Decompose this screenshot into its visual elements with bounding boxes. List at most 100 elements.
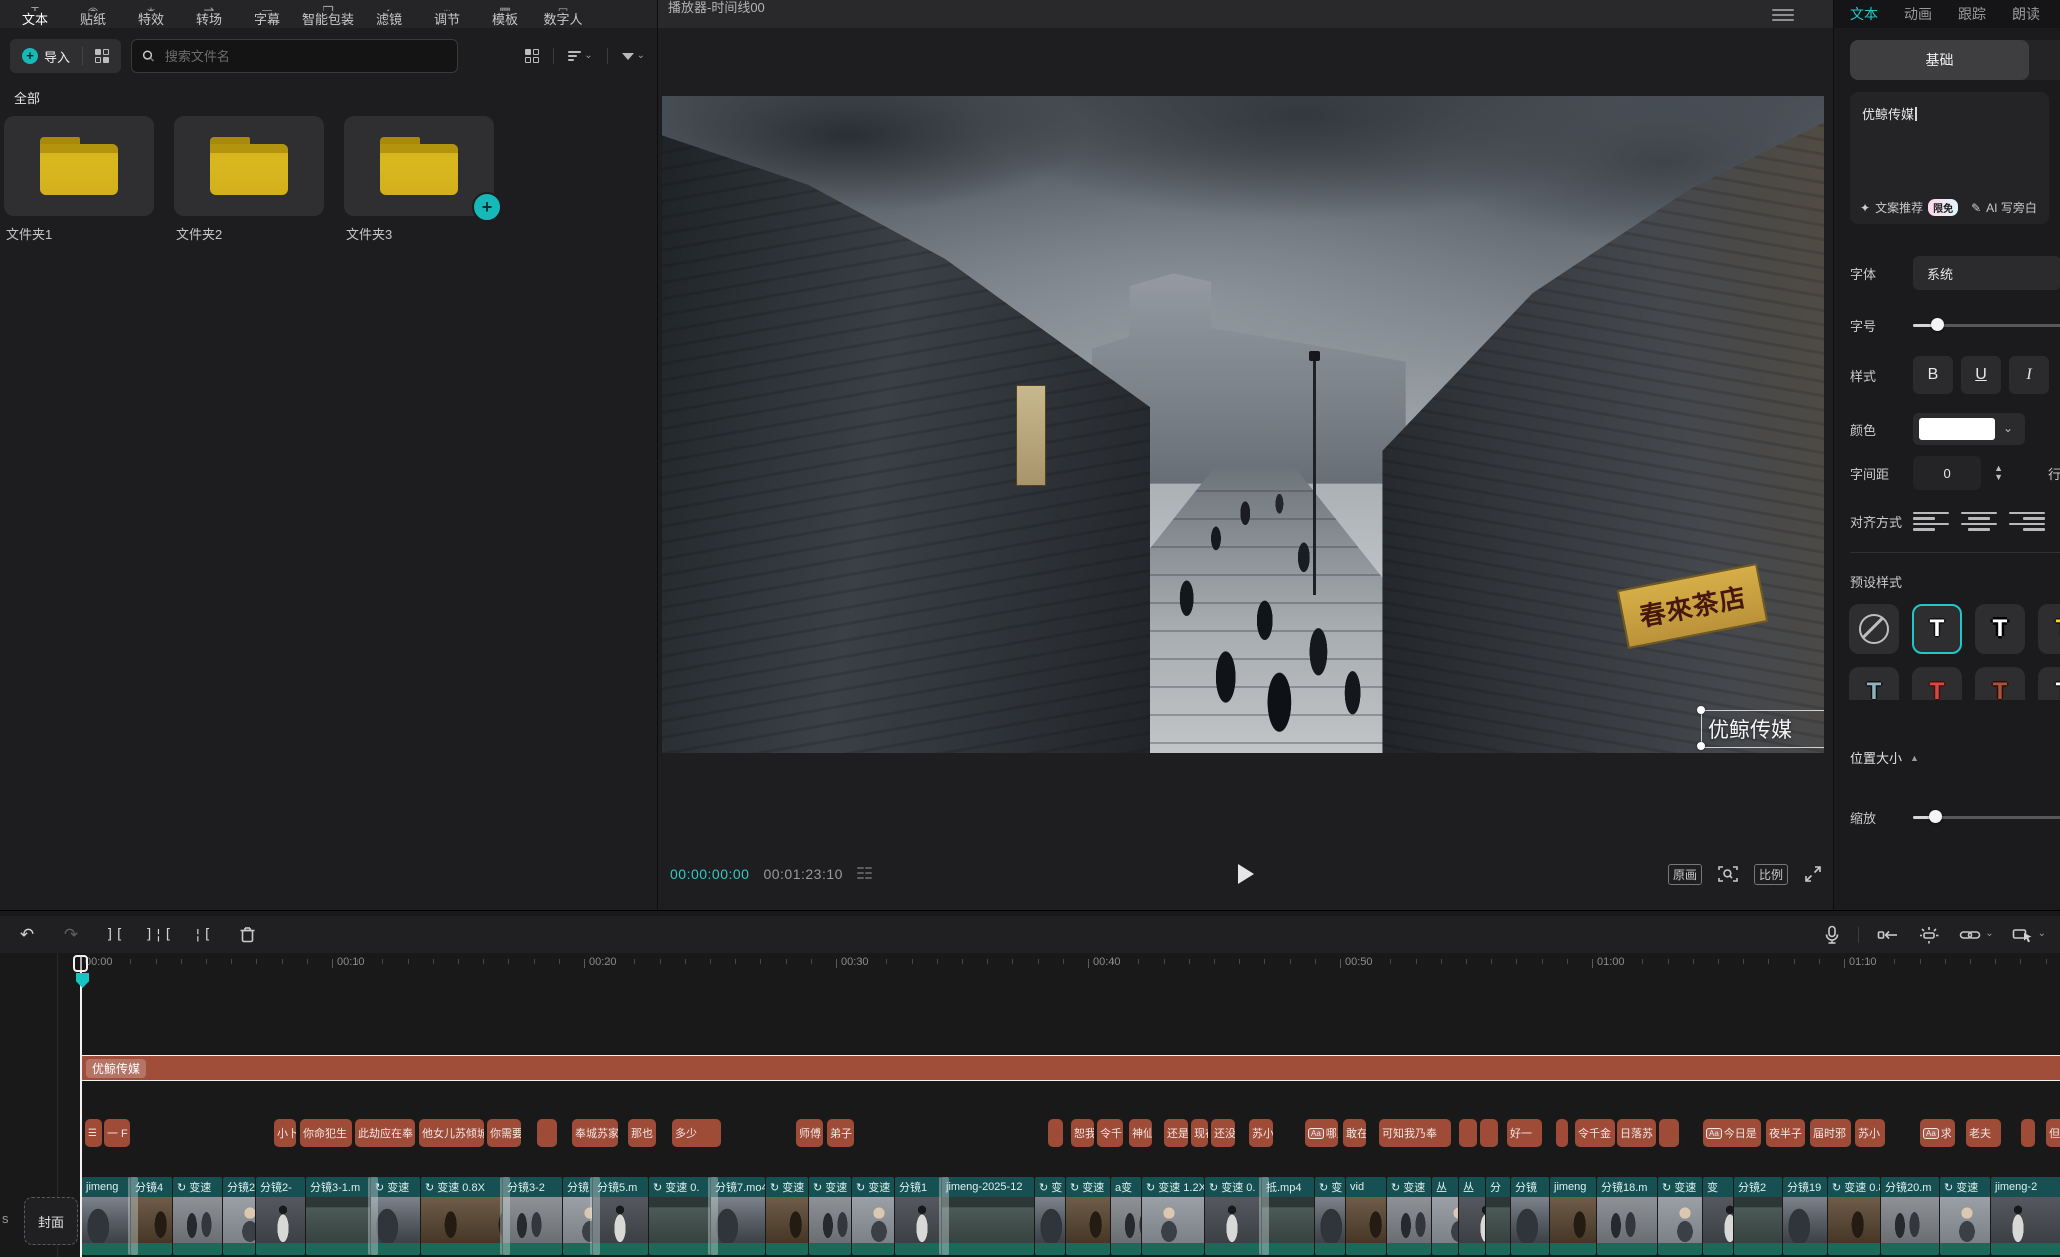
video-clip[interactable]: 分镜18.m (1597, 1177, 1657, 1255)
menu-item-模板[interactable]: ▦模板 (476, 2, 534, 28)
original-quality-button[interactable]: 原画 (1668, 864, 1702, 885)
subtitle-clip[interactable]: 他女儿苏倾城 (419, 1119, 484, 1147)
video-clip[interactable]: ↻变速 1.2X (1142, 1177, 1204, 1255)
subtitle-clip[interactable]: 可知我乃奉 (1379, 1119, 1451, 1147)
ai-write-button[interactable]: AI 写旁白 (1986, 199, 2037, 216)
subtitle-clip[interactable]: 神仙 (1129, 1119, 1152, 1147)
inspector-tab-朗读[interactable]: 朗读 (2012, 4, 2040, 24)
video-clip[interactable]: ↻变 (1315, 1177, 1345, 1255)
subtitle-clip[interactable] (1048, 1119, 1063, 1147)
split-keep-left-button[interactable]: ]¦[ (142, 920, 176, 950)
preset-red[interactable]: T (1912, 667, 1962, 700)
transition-marker[interactable] (708, 1177, 718, 1255)
material-library-button[interactable] (83, 39, 121, 73)
preset-heavy-outline[interactable]: T (1975, 604, 2025, 654)
subtab-more[interactable] (2029, 40, 2060, 80)
preset-outline-selected[interactable]: T (1912, 604, 1962, 654)
subtitle-clip[interactable]: 你命犯生 (300, 1119, 352, 1147)
grid-view-button[interactable] (521, 45, 543, 67)
inspector-tab-跟踪[interactable]: 跟踪 (1958, 4, 1986, 24)
folder-item[interactable]: 文件夹1 (4, 116, 154, 243)
video-clip[interactable]: 分镜3-2 (503, 1177, 562, 1255)
video-clip[interactable]: 分镜1 (895, 1177, 941, 1255)
import-button[interactable]: + 导入 (10, 39, 82, 73)
video-clip[interactable]: jimeng-2025-12 (942, 1177, 1034, 1255)
video-clip[interactable]: jimeng-2 (1991, 1177, 2060, 1255)
video-clip[interactable]: 变 (1703, 1177, 1733, 1255)
transition-marker[interactable] (500, 1177, 510, 1255)
video-clip[interactable]: 抵.mp4 (1262, 1177, 1314, 1255)
video-clip[interactable]: 丛 (1432, 1177, 1458, 1255)
subtitle-clip[interactable]: Aa哪里 (1305, 1119, 1338, 1147)
record-voiceover-icon[interactable] (1824, 925, 1840, 945)
selection-handle[interactable] (1697, 742, 1705, 750)
underline-button[interactable]: U (1961, 356, 2001, 394)
fullscreen-icon[interactable] (1804, 865, 1822, 883)
video-clip[interactable]: ↻变速 (809, 1177, 851, 1255)
add-badge-icon[interactable]: + (472, 192, 502, 222)
video-clip[interactable]: ↻变速 (1387, 1177, 1431, 1255)
menu-item-数字人[interactable]: ◻数字人 (534, 2, 592, 28)
selection-handle[interactable] (1697, 706, 1705, 714)
auto-snap-icon[interactable] (1877, 927, 1899, 943)
transition-marker[interactable] (590, 1177, 600, 1255)
subtitle-clip[interactable] (1480, 1119, 1498, 1147)
video-clip[interactable]: ↻变速 (1658, 1177, 1702, 1255)
subtitle-clip[interactable]: 还是 (1164, 1119, 1188, 1147)
font-select[interactable]: 系统 (1913, 256, 2060, 290)
subtitle-clip[interactable]: 弟子 (827, 1119, 854, 1147)
text-track-clip[interactable]: 优鲸传媒 (80, 1055, 2060, 1081)
play-button[interactable] (1238, 864, 1254, 884)
align-left-icon[interactable] (1913, 506, 1949, 536)
subtitle-clip[interactable] (2021, 1119, 2035, 1147)
subtitle-clip[interactable]: 令千金 (1575, 1119, 1615, 1147)
frame-view-icon[interactable] (857, 867, 873, 881)
inspector-tab-动画[interactable]: 动画 (1904, 4, 1932, 24)
video-clip[interactable]: jimeng (82, 1177, 130, 1255)
time-ruler[interactable]: 00:0000:1000:2000:3000:4000:5001:0001:10 (57, 953, 2060, 987)
subtab-basic[interactable]: 基础 (1850, 40, 2029, 80)
subtitle-clip[interactable] (1556, 1119, 1568, 1147)
video-clip[interactable]: 分镜20.m (1881, 1177, 1939, 1255)
folder-item[interactable]: +文件夹3 (344, 116, 494, 243)
subtitle-clip[interactable]: 恕我 (1071, 1119, 1094, 1147)
player-menu-icon[interactable] (1772, 6, 1794, 24)
split-button[interactable]: ][ (98, 920, 132, 950)
inspector-tab-文本[interactable]: 文本 (1850, 4, 1878, 24)
subtitle-clip[interactable]: 令千 (1097, 1119, 1123, 1147)
video-clip[interactable]: ↻变速 0. (649, 1177, 710, 1255)
align-right-icon[interactable] (2009, 506, 2045, 536)
selected-text-overlay[interactable]: 优鲸传媒 (1701, 710, 1824, 748)
position-size-header[interactable]: 位置大小 ▲ (1850, 748, 1919, 767)
scale-slider[interactable] (1913, 810, 2060, 824)
bold-button[interactable]: B (1913, 356, 1953, 394)
video-clip[interactable]: ↻变速 (173, 1177, 222, 1255)
subtitle-clip[interactable]: 此劫应在奉 (355, 1119, 415, 1147)
subtitle-clip[interactable]: 一 F (104, 1119, 130, 1147)
video-clip[interactable]: ↻变速 (1940, 1177, 1990, 1255)
search-box[interactable] (131, 39, 458, 73)
subtitle-clip[interactable]: 现在 (1191, 1119, 1208, 1147)
subtitle-clip[interactable]: 苏小 (1855, 1119, 1885, 1147)
playhead-line[interactable] (80, 955, 82, 1257)
subtitle-clip[interactable]: 好一 (1507, 1119, 1542, 1147)
letter-spacing-value[interactable]: 0 (1913, 456, 1981, 490)
subtitle-clip[interactable]: 老夫 (1966, 1119, 2001, 1147)
filter-button[interactable]: ⌄ (618, 47, 649, 66)
preset-none[interactable] (1849, 604, 1899, 654)
video-clip[interactable]: ↻变速 (371, 1177, 420, 1255)
delete-button[interactable] (230, 920, 264, 950)
subtitle-clip[interactable]: 还没 (1211, 1119, 1235, 1147)
menu-item-智能包装[interactable]: ❒智能包装 (296, 2, 360, 28)
subtitle-clip[interactable]: 但 (2046, 1119, 2060, 1147)
subtitle-clip[interactable] (537, 1119, 557, 1147)
align-center-icon[interactable] (1961, 506, 1997, 536)
video-clip[interactable]: 分镜5.m (593, 1177, 648, 1255)
menu-item-字幕[interactable]: ▭字幕 (238, 2, 296, 28)
video-clip[interactable]: 分镜 (1511, 1177, 1549, 1255)
color-picker[interactable]: ⌄ (1913, 413, 2025, 445)
menu-item-贴纸[interactable]: ◉贴纸 (64, 2, 122, 28)
transition-marker[interactable] (128, 1177, 138, 1255)
redo-button[interactable]: ↷ (54, 920, 88, 950)
video-clip[interactable]: vid (1346, 1177, 1386, 1255)
